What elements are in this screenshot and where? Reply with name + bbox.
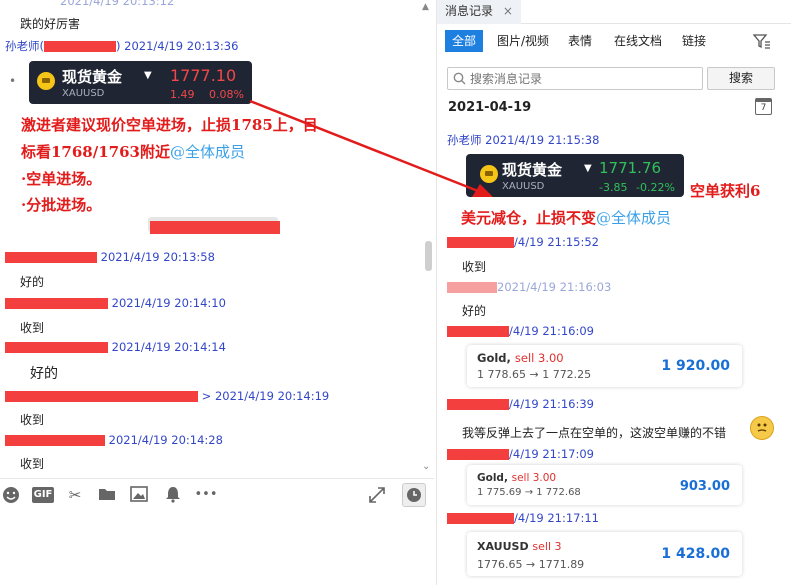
annotation-arrow xyxy=(249,99,493,197)
